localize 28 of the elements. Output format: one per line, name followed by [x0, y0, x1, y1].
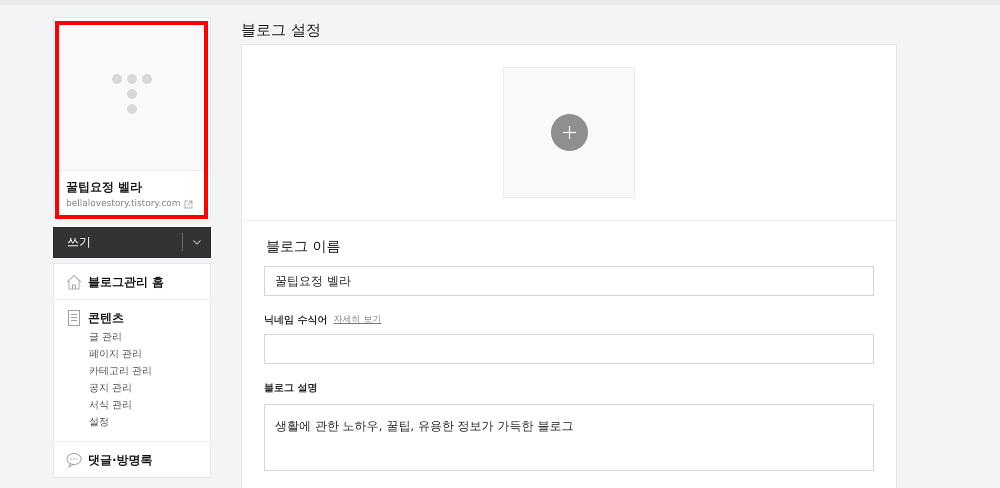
write-button[interactable]: 쓰기	[53, 226, 211, 258]
external-link-icon[interactable]	[184, 200, 193, 210]
menu-item[interactable]: 서식 관리	[89, 396, 132, 414]
description-field[interactable]: 생활에 관한 노하우, 꿀팁, 유용한 정보가 가득한 블로그	[264, 404, 874, 471]
add-icon[interactable]	[550, 114, 588, 151]
blog-name: 꿀팁요정 벨라	[66, 179, 144, 196]
blog-url[interactable]: bellalovestory.tistory.com	[66, 198, 181, 212]
document-icon	[66, 310, 82, 326]
field-label: 블로그 설명	[264, 382, 318, 396]
menu-item[interactable]: 페이지 관리	[89, 346, 142, 362]
chevron-down-icon[interactable]	[193, 240, 201, 244]
menu-item[interactable]: 카테고리 관리	[89, 362, 152, 380]
logo-icon	[111, 73, 153, 115]
field-label: 닉네임 수식어	[264, 314, 328, 328]
blog-name-field[interactable]: 꿀팁요정 벨라	[264, 266, 874, 296]
menu-section[interactable]: 콘텐츠	[88, 308, 124, 326]
profile-image-upload[interactable]	[503, 67, 635, 198]
menu-section[interactable]: 블로그관리 홈	[88, 272, 164, 290]
nickname-field[interactable]	[264, 334, 874, 364]
speech-bubble-icon	[66, 452, 82, 468]
menu-item[interactable]: 글 관리	[89, 328, 122, 346]
field-label: 블로그 이름	[266, 238, 342, 257]
home-icon	[66, 274, 82, 290]
page-title: 블로그 설정	[241, 20, 322, 41]
details-link[interactable]: 자세히 보기	[333, 314, 382, 328]
menu-item[interactable]: 공지 관리	[89, 380, 132, 396]
menu-section[interactable]: 댓글·방명록	[88, 450, 153, 468]
menu-item[interactable]: 설정	[89, 414, 109, 430]
